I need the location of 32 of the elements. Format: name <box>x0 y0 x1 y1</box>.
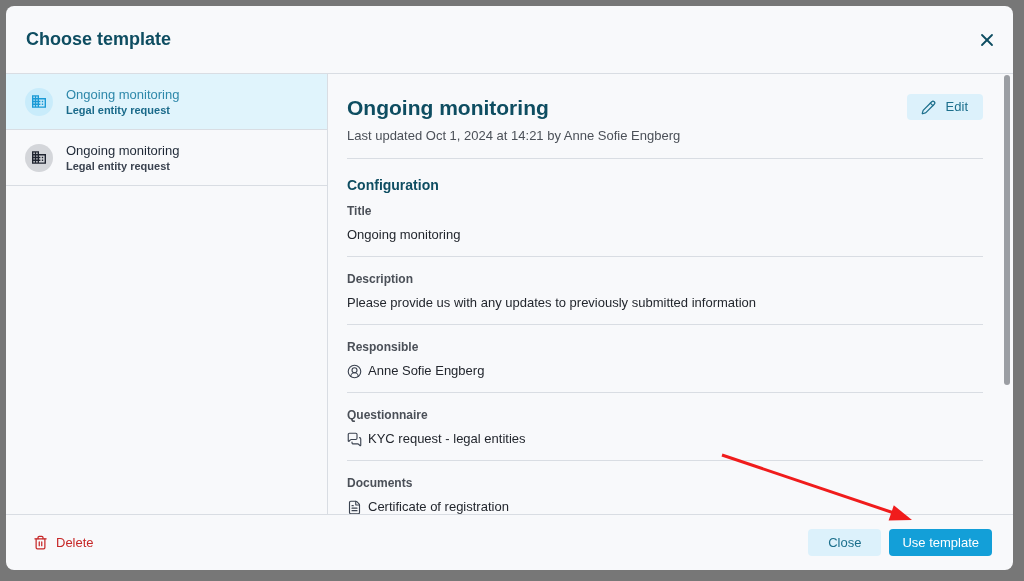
field-label: Questionnaire <box>347 407 428 424</box>
field-label: Description <box>347 271 413 288</box>
field-value: KYC request - legal entities <box>368 431 526 447</box>
field-label: Responsible <box>347 339 419 356</box>
template-type: Legal entity request <box>66 102 171 118</box>
template-title: Ongoing monitoring <box>347 95 549 121</box>
template-item[interactable]: Ongoing monitoring Legal entity request <box>6 130 327 186</box>
use-template-button[interactable]: Use template <box>889 529 992 556</box>
last-updated-text: Last updated Oct 1, 2024 at 14:21 by Anne Sofie Engberg <box>347 127 682 145</box>
field-value: Certificate of registration <box>368 499 509 514</box>
field-value: Please provide us with any updates to previously submitted information <box>347 295 756 311</box>
building-icon <box>25 143 53 172</box>
pencil-icon <box>920 99 936 115</box>
field-label: Title <box>347 203 372 220</box>
user-circle-icon <box>347 363 362 379</box>
chat-bubbles-icon <box>347 431 362 447</box>
template-name: Ongoing monitoring <box>66 85 180 103</box>
trash-icon <box>33 535 48 550</box>
template-type: Legal entity request <box>66 158 171 174</box>
field-label: Documents <box>347 475 413 492</box>
document-icon <box>347 499 362 514</box>
section-heading: Configuration <box>347 176 440 195</box>
template-name: Ongoing monitoring <box>66 141 180 159</box>
scrollbar-thumb[interactable] <box>1004 75 1010 385</box>
close-button[interactable]: Close <box>808 529 882 556</box>
field-value: Anne Sofie Engberg <box>368 363 485 379</box>
building-icon <box>25 87 53 116</box>
edit-button[interactable]: Edit <box>906 94 983 120</box>
template-item[interactable]: Ongoing monitoring Legal entity request <box>6 74 327 130</box>
dialog-title: Choose template <box>26 28 172 51</box>
field-value: Ongoing monitoring <box>347 227 461 243</box>
delete-button[interactable]: Delete <box>33 532 94 553</box>
